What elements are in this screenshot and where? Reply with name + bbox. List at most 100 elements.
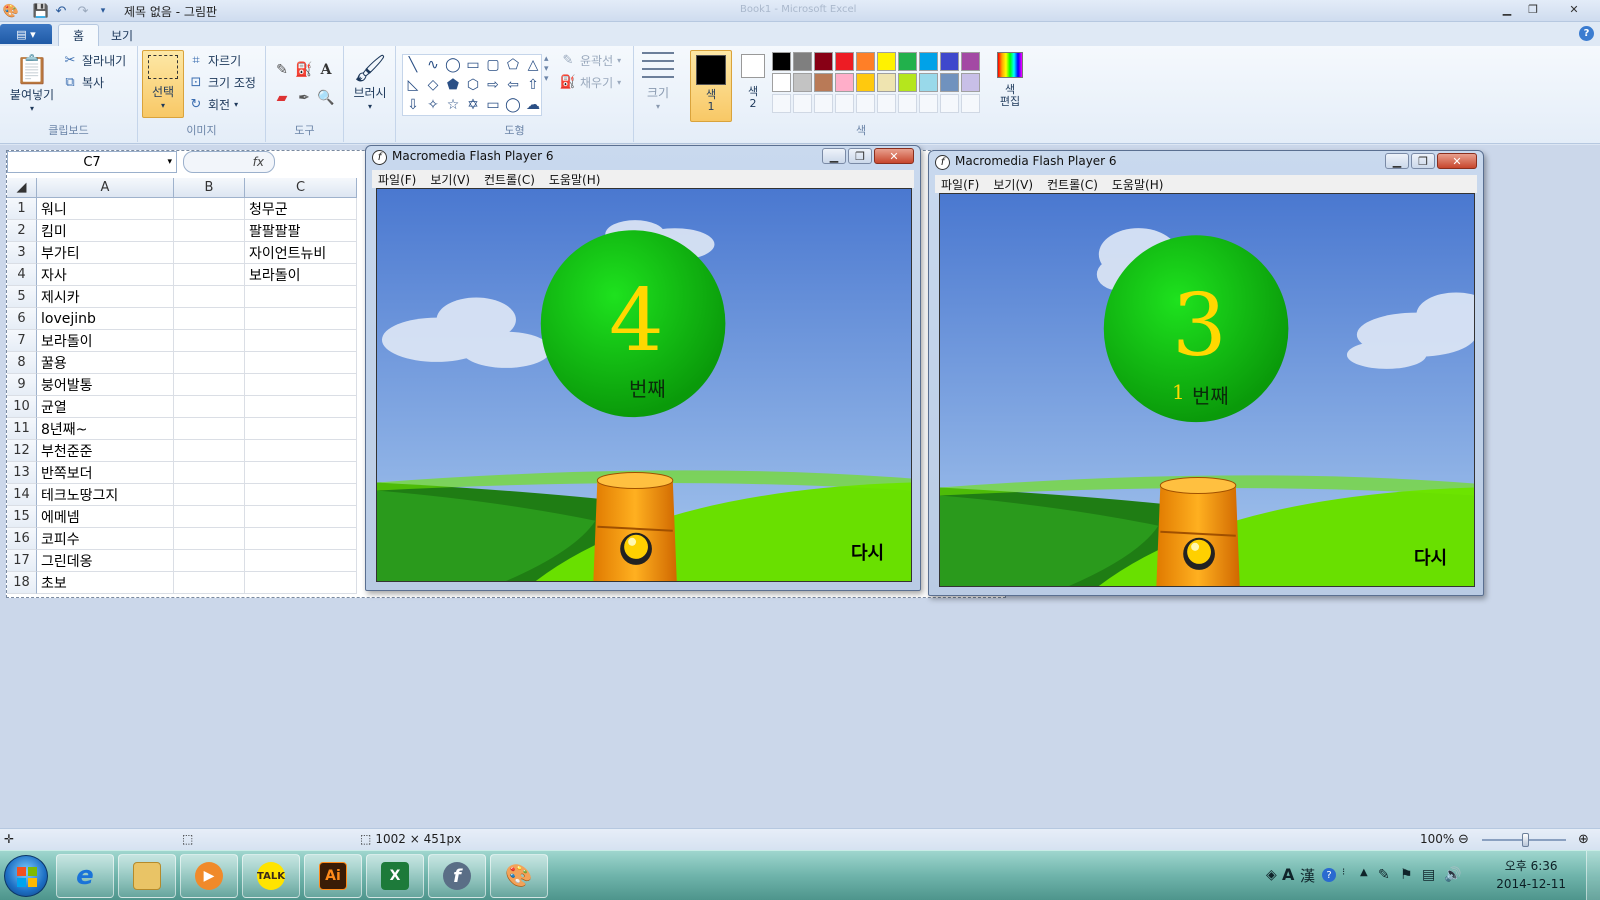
flash-minimize-button[interactable]: ▁ — [822, 148, 846, 164]
color1-button[interactable]: 색 1 — [690, 50, 732, 122]
ime-mode-icon[interactable]: A — [1282, 865, 1294, 884]
palette-swatch-empty[interactable] — [940, 94, 959, 113]
diamond-shape-icon[interactable]: ◇ — [423, 75, 443, 95]
polygon-shape-icon[interactable]: ⬠ — [503, 55, 523, 75]
size-button[interactable]: 크기 ▾ — [638, 52, 678, 114]
pen-tray-icon[interactable]: ✎ — [1378, 867, 1390, 883]
palette-swatch[interactable] — [814, 73, 833, 92]
palette-swatch[interactable] — [835, 52, 854, 71]
color2-button[interactable]: 색 2 — [738, 54, 768, 110]
six-point-star-shape-icon[interactable]: ✡ — [463, 95, 483, 115]
edit-colors-button[interactable]: 색 편집 — [994, 52, 1026, 108]
canvas-area[interactable]: C7 ▾ fx ◢ A B C 1 워니 청무군 2 킴미 팔팔팔팔 3 부가티 자이언트뉴비 4… — [0, 145, 1600, 828]
pencil-icon[interactable]: ✎ — [272, 60, 292, 80]
palette-swatch[interactable] — [961, 73, 980, 92]
palette-swatch[interactable] — [793, 52, 812, 71]
save-icon[interactable]: 💾 — [32, 2, 50, 20]
flash-stage[interactable]: 4 번째 다시 — [376, 188, 912, 582]
again-button[interactable]: 다시 — [851, 539, 884, 565]
palette-swatch[interactable] — [898, 52, 917, 71]
fill-button[interactable]: ⛽ 채우기 ▾ — [560, 74, 621, 91]
cloud-callout-shape-icon[interactable]: ☁ — [523, 95, 543, 115]
paint-menu-button[interactable]: ▤ ▾ — [0, 24, 52, 44]
ime-options-icon[interactable]: ⁝ — [1342, 867, 1345, 878]
zoom-slider-handle[interactable] — [1522, 833, 1529, 847]
palette-swatch[interactable] — [919, 73, 938, 92]
network-icon[interactable]: ▤ — [1422, 867, 1435, 883]
maximize-button[interactable]: ❐ — [1522, 1, 1544, 18]
close-button[interactable]: ✕ — [1562, 1, 1586, 18]
palette-swatch[interactable] — [898, 73, 917, 92]
menu-control[interactable]: 컨트롤(C) — [484, 171, 535, 188]
help-icon[interactable]: ? — [1579, 26, 1594, 41]
taskbar-media-player[interactable]: ▶ — [180, 854, 238, 898]
copy-button[interactable]: ⧉ 복사 — [62, 74, 104, 91]
undo-icon[interactable]: ↶ — [52, 2, 70, 20]
taskbar-kakaotalk[interactable]: TALK — [242, 854, 300, 898]
select-button[interactable]: 선택 ▾ — [142, 50, 184, 118]
zoom-in-icon[interactable]: ⊕ — [1578, 832, 1589, 847]
palette-swatch-empty[interactable] — [793, 94, 812, 113]
menu-file[interactable]: 파일(F) — [378, 171, 416, 188]
left-arrow-shape-icon[interactable]: ⇦ — [503, 75, 523, 95]
palette-swatch[interactable] — [772, 52, 791, 71]
line-shape-icon[interactable]: ╲ — [403, 55, 423, 75]
right-triangle-shape-icon[interactable]: ◺ — [403, 75, 423, 95]
flash-close-button[interactable]: ✕ — [874, 148, 914, 164]
palette-swatch-empty[interactable] — [877, 94, 896, 113]
taskbar-illustrator[interactable]: Ai — [304, 854, 362, 898]
taskbar-internet-explorer[interactable]: e — [56, 854, 114, 898]
palette-swatch-empty[interactable] — [856, 94, 875, 113]
flash-stage[interactable]: 3 1 번째 다시 — [939, 193, 1475, 587]
magnifier-icon[interactable]: 🔍 — [316, 88, 336, 108]
oval-callout-shape-icon[interactable]: ◯ — [503, 95, 523, 115]
palette-swatch-empty[interactable] — [961, 94, 980, 113]
palette-swatch[interactable] — [772, 73, 791, 92]
brushes-button[interactable]: 🖌 브러시 ▾ — [348, 52, 392, 114]
redo-icon[interactable]: ↷ — [74, 2, 92, 20]
palette-swatch-empty[interactable] — [835, 94, 854, 113]
palette-swatch[interactable] — [961, 52, 980, 71]
triangle-shape-icon[interactable]: △ — [523, 55, 543, 75]
menu-view[interactable]: 보기(V) — [993, 176, 1033, 193]
shapes-scroll-icon[interactable]: ▴ ▾ ▾ — [544, 54, 549, 84]
palette-swatch[interactable] — [835, 73, 854, 92]
palette-swatch-empty[interactable] — [814, 94, 833, 113]
palette-swatch-empty[interactable] — [772, 94, 791, 113]
menu-view[interactable]: 보기(V) — [430, 171, 470, 188]
crop-button[interactable]: ⌗ 자르기 — [188, 52, 241, 69]
palette-swatch[interactable] — [877, 73, 896, 92]
again-button[interactable]: 다시 — [1414, 544, 1447, 570]
shapes-gallery[interactable]: ╲ ∿ ◯ ▭ ▢ ⬠ △ ◺ ◇ ⬟ ⬡ ⇨ ⇦ ⇧ ⇩ ✧ ☆ ✡ ▭ ◯ — [402, 54, 542, 116]
palette-swatch[interactable] — [814, 52, 833, 71]
rotate-button[interactable]: ↻ 회전 ▾ — [188, 96, 239, 113]
outline-button[interactable]: ✎ 윤곽선 ▾ — [560, 52, 622, 69]
paint-app-icon[interactable]: 🎨 — [2, 2, 20, 20]
four-point-star-shape-icon[interactable]: ✧ — [423, 95, 443, 115]
start-button[interactable] — [4, 855, 48, 897]
language-bar-icon[interactable]: ◈ — [1266, 867, 1277, 883]
ime-help-icon[interactable]: ? — [1322, 868, 1336, 882]
curve-shape-icon[interactable]: ∿ — [423, 55, 443, 75]
volume-icon[interactable]: 🔊 — [1444, 867, 1461, 883]
menu-file[interactable]: 파일(F) — [941, 176, 979, 193]
text-tool-icon[interactable]: A — [316, 60, 336, 80]
menu-help[interactable]: 도움말(H) — [1112, 176, 1164, 193]
flash-close-button[interactable]: ✕ — [1437, 153, 1477, 169]
palette-swatch-empty[interactable] — [919, 94, 938, 113]
palette-swatch[interactable] — [919, 52, 938, 71]
palette-swatch-empty[interactable] — [898, 94, 917, 113]
menu-control[interactable]: 컨트롤(C) — [1047, 176, 1098, 193]
resize-button[interactable]: ⊡ 크기 조정 — [188, 74, 256, 91]
flash-maximize-button[interactable]: ❐ — [848, 148, 872, 164]
taskbar-excel[interactable]: X — [366, 854, 424, 898]
palette-swatch[interactable] — [856, 73, 875, 92]
zoom-out-icon[interactable]: ⊖ — [1458, 832, 1469, 847]
show-hidden-icons-icon[interactable]: ▲ — [1360, 867, 1368, 878]
right-arrow-shape-icon[interactable]: ⇨ — [483, 75, 503, 95]
flash-minimize-button[interactable]: ▁ — [1385, 153, 1409, 169]
palette-swatch[interactable] — [856, 52, 875, 71]
rectangle-shape-icon[interactable]: ▭ — [463, 55, 483, 75]
menu-help[interactable]: 도움말(H) — [549, 171, 601, 188]
color-picker-icon[interactable]: ✒ — [294, 88, 314, 108]
